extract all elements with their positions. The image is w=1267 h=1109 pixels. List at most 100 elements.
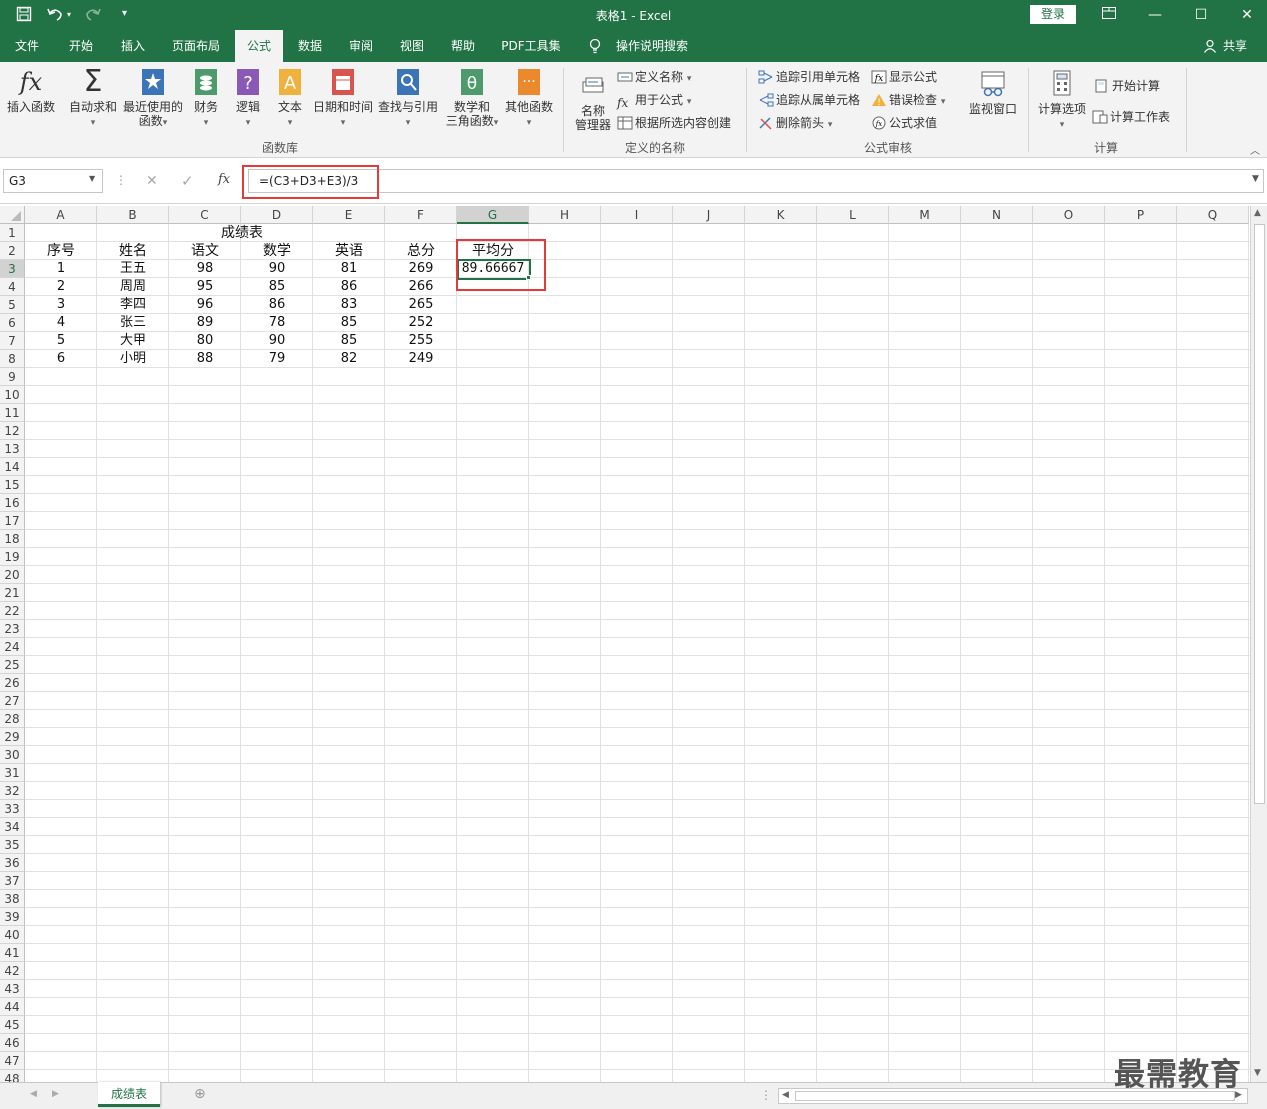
data-cell[interactable]: 3 (25, 296, 97, 314)
column-header-d[interactable]: D (241, 206, 313, 224)
calc-options-button[interactable]: 计算选项 ▾ (1036, 70, 1088, 132)
data-cell[interactable]: 95 (169, 278, 241, 296)
tab-formulas[interactable]: 公式 (235, 30, 283, 62)
row-header-38[interactable]: 38 (0, 890, 25, 908)
row-header-5[interactable]: 5 (0, 296, 25, 314)
row-header-26[interactable]: 26 (0, 674, 25, 692)
data-cell[interactable]: 83 (313, 296, 385, 314)
header-cell[interactable]: 英语 (313, 242, 385, 260)
calc-sheet-button[interactable]: 计算工作表 (1092, 107, 1170, 127)
row-header-17[interactable]: 17 (0, 512, 25, 530)
tab-home[interactable]: 开始 (58, 30, 104, 62)
header-cell[interactable]: 数学 (241, 242, 313, 260)
prev-sheet-icon[interactable]: ◀ (30, 1089, 37, 1099)
sheet-tab-scores[interactable]: 成绩表 (98, 1082, 160, 1107)
data-cell[interactable]: 269 (385, 260, 457, 278)
row-header-28[interactable]: 28 (0, 710, 25, 728)
vertical-scroll-thumb[interactable] (1254, 224, 1265, 804)
data-cell[interactable]: 张三 (97, 314, 169, 332)
data-cell[interactable]: 98 (169, 260, 241, 278)
row-header-44[interactable]: 44 (0, 998, 25, 1016)
error-checking-button[interactable]: ! 错误检查 ▾ (871, 90, 945, 110)
header-cell[interactable]: 总分 (385, 242, 457, 260)
tab-insert[interactable]: 插入 (110, 30, 156, 62)
header-cell[interactable]: 姓名 (97, 242, 169, 260)
column-header-m[interactable]: M (889, 206, 961, 224)
name-manager-button[interactable]: 名称 管理器 (570, 72, 616, 132)
data-cell[interactable] (457, 332, 529, 350)
column-header-k[interactable]: K (745, 206, 817, 224)
row-header-48[interactable]: 48 (0, 1070, 25, 1082)
column-header-f[interactable]: F (385, 206, 457, 224)
cancel-icon[interactable]: ✕ (146, 173, 158, 189)
row-header-13[interactable]: 13 (0, 440, 25, 458)
data-cell[interactable]: 86 (241, 296, 313, 314)
column-header-q[interactable]: Q (1177, 206, 1249, 224)
column-header-g[interactable]: G (457, 206, 529, 224)
data-cell[interactable] (457, 296, 529, 314)
column-header-c[interactable]: C (169, 206, 241, 224)
add-sheet-icon[interactable]: ⊕ (194, 1086, 206, 1102)
data-cell[interactable]: 89 (169, 314, 241, 332)
row-header-20[interactable]: 20 (0, 566, 25, 584)
data-cell[interactable] (457, 314, 529, 332)
login-button[interactable]: 登录 (1030, 5, 1076, 24)
row-header-22[interactable]: 22 (0, 602, 25, 620)
data-cell[interactable]: 90 (241, 332, 313, 350)
tab-splitter-icon[interactable]: ⋮ (760, 1088, 772, 1102)
tab-review[interactable]: 审阅 (339, 30, 383, 62)
data-cell[interactable]: 85 (313, 314, 385, 332)
row-header-11[interactable]: 11 (0, 404, 25, 422)
data-cell[interactable]: 2 (25, 278, 97, 296)
row-header-46[interactable]: 46 (0, 1034, 25, 1052)
row-header-7[interactable]: 7 (0, 332, 25, 350)
use-in-formula-button[interactable]: fx 用于公式 ▾ (617, 90, 691, 110)
formula-input[interactable]: =(C3+D3+E3)/3 (248, 169, 1264, 193)
show-formulas-button[interactable]: fx 显示公式 (871, 67, 937, 87)
create-from-selection-button[interactable]: 根据所选内容创建 (617, 113, 731, 133)
maximize-icon[interactable]: ☐ (1186, 4, 1216, 26)
data-cell[interactable]: 249 (385, 350, 457, 368)
watch-window-button[interactable]: 监视窗口 (966, 70, 1020, 116)
data-cell[interactable]: 88 (169, 350, 241, 368)
row-header-6[interactable]: 6 (0, 314, 25, 332)
data-cell[interactable]: 82 (313, 350, 385, 368)
data-cell[interactable]: 90 (241, 260, 313, 278)
tab-file[interactable]: 文件 (4, 30, 50, 62)
data-cell[interactable]: 王五 (97, 260, 169, 278)
enter-checkmark-icon[interactable]: ✓ (181, 172, 194, 190)
datetime-button[interactable]: 日期和时间 ▾ (312, 68, 374, 130)
data-cell[interactable]: 周周 (97, 278, 169, 296)
row-header-36[interactable]: 36 (0, 854, 25, 872)
trace-precedents-button[interactable]: 追踪引用单元格 (758, 67, 860, 87)
row-header-4[interactable]: 4 (0, 278, 25, 296)
row-header-9[interactable]: 9 (0, 368, 25, 386)
row-header-24[interactable]: 24 (0, 638, 25, 656)
row-header-2[interactable]: 2 (0, 242, 25, 260)
column-header-e[interactable]: E (313, 206, 385, 224)
ribbon-display-icon[interactable] (1094, 4, 1124, 26)
insert-function-button[interactable]: fx 插入函数 (4, 68, 58, 114)
row-header-18[interactable]: 18 (0, 530, 25, 548)
column-header-l[interactable]: L (817, 206, 889, 224)
data-cell[interactable]: 1 (25, 260, 97, 278)
collapse-ribbon-icon[interactable]: ︿ (1250, 142, 1260, 157)
define-name-button[interactable]: 定义名称 ▾ (617, 67, 691, 87)
header-cell[interactable]: 语文 (169, 242, 241, 260)
data-cell[interactable]: 85 (313, 332, 385, 350)
column-header-a[interactable]: A (25, 206, 97, 224)
data-cell[interactable]: 80 (169, 332, 241, 350)
row-header-8[interactable]: 8 (0, 350, 25, 368)
data-cell[interactable]: 252 (385, 314, 457, 332)
data-cell[interactable]: 255 (385, 332, 457, 350)
row-header-25[interactable]: 25 (0, 656, 25, 674)
next-sheet-icon[interactable]: ▶ (52, 1089, 59, 1099)
scroll-up-icon[interactable]: ▲ (1254, 208, 1261, 218)
text-button[interactable]: A 文本 ▾ (272, 68, 308, 130)
select-all-corner[interactable] (0, 206, 25, 224)
scroll-left-icon[interactable]: ◀ (782, 1090, 789, 1100)
data-cell[interactable]: 266 (385, 278, 457, 296)
tab-pdf-tools[interactable]: PDF工具集 (496, 30, 566, 62)
row-header-10[interactable]: 10 (0, 386, 25, 404)
tab-view[interactable]: 视图 (390, 30, 434, 62)
